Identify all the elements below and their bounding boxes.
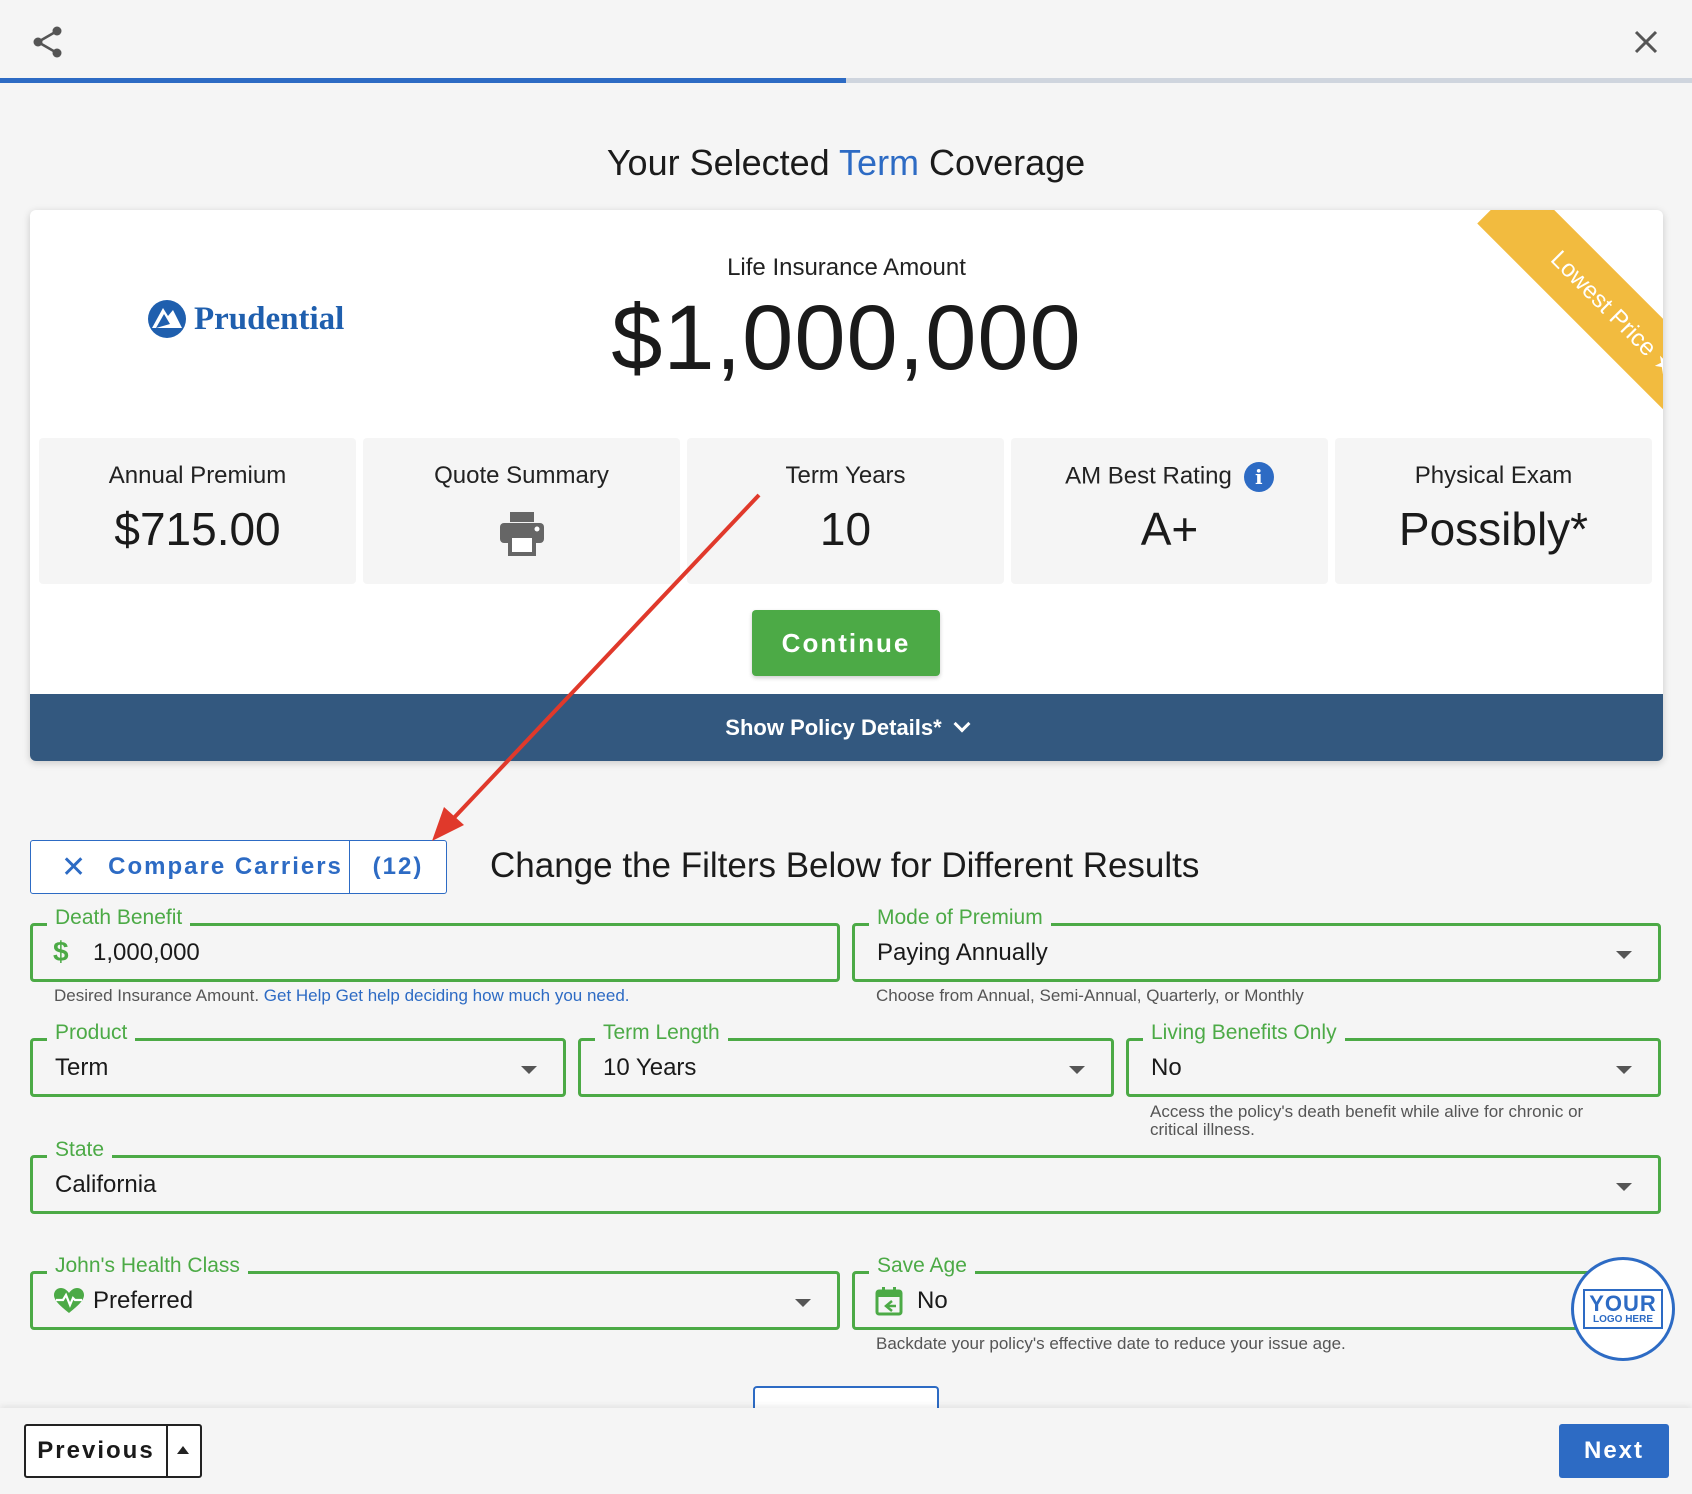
stat-physical-exam: Physical Exam Possibly* [1335, 438, 1652, 584]
top-bar [0, 0, 1692, 84]
coverage-card: Prudential Life Insurance Amount $1,000,… [30, 210, 1663, 761]
field-label: Save Age [869, 1254, 975, 1278]
info-icon[interactable]: i [1243, 462, 1274, 492]
death-benefit-hint: Desired Insurance Amount. Get Help Get h… [54, 986, 630, 1005]
field-label: Death Benefit [47, 906, 191, 930]
living-benefits-select[interactable]: Living Benefits Only No [1126, 1021, 1661, 1097]
save-age-hint: Backdate your policy's effective date to… [876, 1334, 1346, 1353]
stat-value: $715.00 [114, 503, 281, 555]
field-label: Product [47, 1021, 136, 1045]
field-label: John's Health Class [47, 1254, 248, 1278]
stat-label: Physical Exam [1414, 462, 1573, 489]
stat-label: AM Best Rating i [1011, 462, 1328, 492]
health-class-select[interactable]: John's Health Class Preferred [30, 1254, 840, 1330]
stat-quote-summary[interactable]: Quote Summary [363, 438, 680, 584]
print-icon[interactable] [498, 510, 546, 556]
stats-row: Annual Premium $715.00 Quote Summary Ter… [39, 438, 1652, 584]
caret-down-icon [795, 1299, 811, 1307]
caret-down-icon [521, 1066, 537, 1074]
next-button[interactable]: Next [1559, 1424, 1669, 1478]
mode-of-premium-select[interactable]: Mode of Premium Paying Annually [852, 906, 1661, 982]
field-label: State [47, 1138, 113, 1162]
field-label: Mode of Premium [869, 906, 1051, 930]
save-age-input[interactable]: No [917, 1287, 948, 1315]
calendar-icon [875, 1287, 903, 1316]
death-benefit-field[interactable]: Death Benefit $ 1,000,000 [30, 906, 840, 982]
compare-carriers-button[interactable]: ✕ Compare Carriers [31, 841, 350, 893]
amount-label: Life Insurance Amount [727, 254, 966, 281]
field-value: California [55, 1171, 157, 1198]
stat-term-years: Term Years 10 [687, 438, 1004, 584]
your-logo-badge: YOUR LOGO HERE [1571, 1257, 1675, 1361]
ribbon-text: Lowest Price [1545, 245, 1662, 362]
close-icon: ✕ [61, 850, 89, 884]
page-title: Your Selected Term Coverage [606, 142, 1086, 183]
compare-count-button[interactable]: (12) [350, 841, 446, 893]
footer-bar: Previous Next [0, 1408, 1692, 1494]
progress-bar [0, 78, 1692, 83]
stat-annual-premium: Annual Premium $715.00 [39, 438, 356, 584]
previous-button[interactable]: Previous [26, 1426, 168, 1476]
field-value: Term [55, 1054, 109, 1081]
logo-badge-small: LOGO HERE [1592, 1314, 1653, 1325]
stat-label: Annual Premium [108, 462, 287, 489]
caret-up-icon [177, 1446, 189, 1454]
field-value: Preferred [93, 1287, 194, 1314]
stat-label: Quote Summary [434, 462, 609, 489]
title-accent: Term [839, 142, 920, 183]
stat-value: 10 [819, 503, 872, 555]
caret-down-icon [1069, 1066, 1085, 1074]
compare-carriers-group: ✕ Compare Carriers (12) [30, 840, 447, 894]
logo-badge-big: YOUR [1589, 1291, 1657, 1316]
stat-am-best-rating: AM Best Rating i A+ [1011, 438, 1328, 584]
stat-label: Term Years [785, 462, 906, 489]
show-policy-details-button[interactable]: Show Policy Details* [30, 694, 1663, 761]
field-label: Living Benefits Only [1143, 1021, 1345, 1045]
chevron-down-icon [953, 715, 971, 733]
caret-down-icon [1616, 1183, 1632, 1191]
living-benefits-hint: Access the policy's death benefit while … [1150, 1102, 1584, 1139]
lowest-price-ribbon: Lowest Price ★ [1433, 210, 1663, 440]
dollar-icon: $ [53, 936, 69, 967]
save-age-field[interactable]: Save Age No [852, 1254, 1612, 1330]
share-icon[interactable] [30, 24, 66, 60]
progress-fill [0, 78, 846, 83]
previous-button-group: Previous [24, 1424, 202, 1478]
partially-visible-button[interactable] [753, 1386, 939, 1410]
stat-value: A+ [1140, 503, 1199, 555]
mode-hint: Choose from Annual, Semi-Annual, Quarter… [876, 986, 1304, 1005]
details-label: Show Policy Details* [725, 715, 942, 740]
heart-pulse-icon [54, 1288, 84, 1313]
field-value: Paying Annually [877, 939, 1048, 966]
field-value: 10 Years [603, 1054, 697, 1081]
stat-value: Possibly* [1398, 503, 1589, 555]
amount-value: $1,000,000 [611, 287, 1082, 389]
close-icon[interactable] [1630, 26, 1662, 58]
product-select[interactable]: Product Term [30, 1021, 566, 1097]
previous-menu-button[interactable] [168, 1426, 200, 1476]
term-length-select[interactable]: Term Length 10 Years [578, 1021, 1114, 1097]
field-value: No [1151, 1054, 1182, 1081]
filters-heading: Change the Filters Below for Different R… [490, 846, 1200, 885]
caret-down-icon [1616, 1066, 1632, 1074]
caret-down-icon [1616, 951, 1632, 959]
death-benefit-input[interactable]: 1,000,000 [93, 939, 200, 967]
continue-button[interactable]: Continue [752, 610, 940, 676]
state-select[interactable]: State California [30, 1138, 1661, 1214]
field-label: Term Length [595, 1021, 728, 1045]
get-help-link[interactable]: Get Help Get help deciding how much you … [264, 986, 630, 1005]
